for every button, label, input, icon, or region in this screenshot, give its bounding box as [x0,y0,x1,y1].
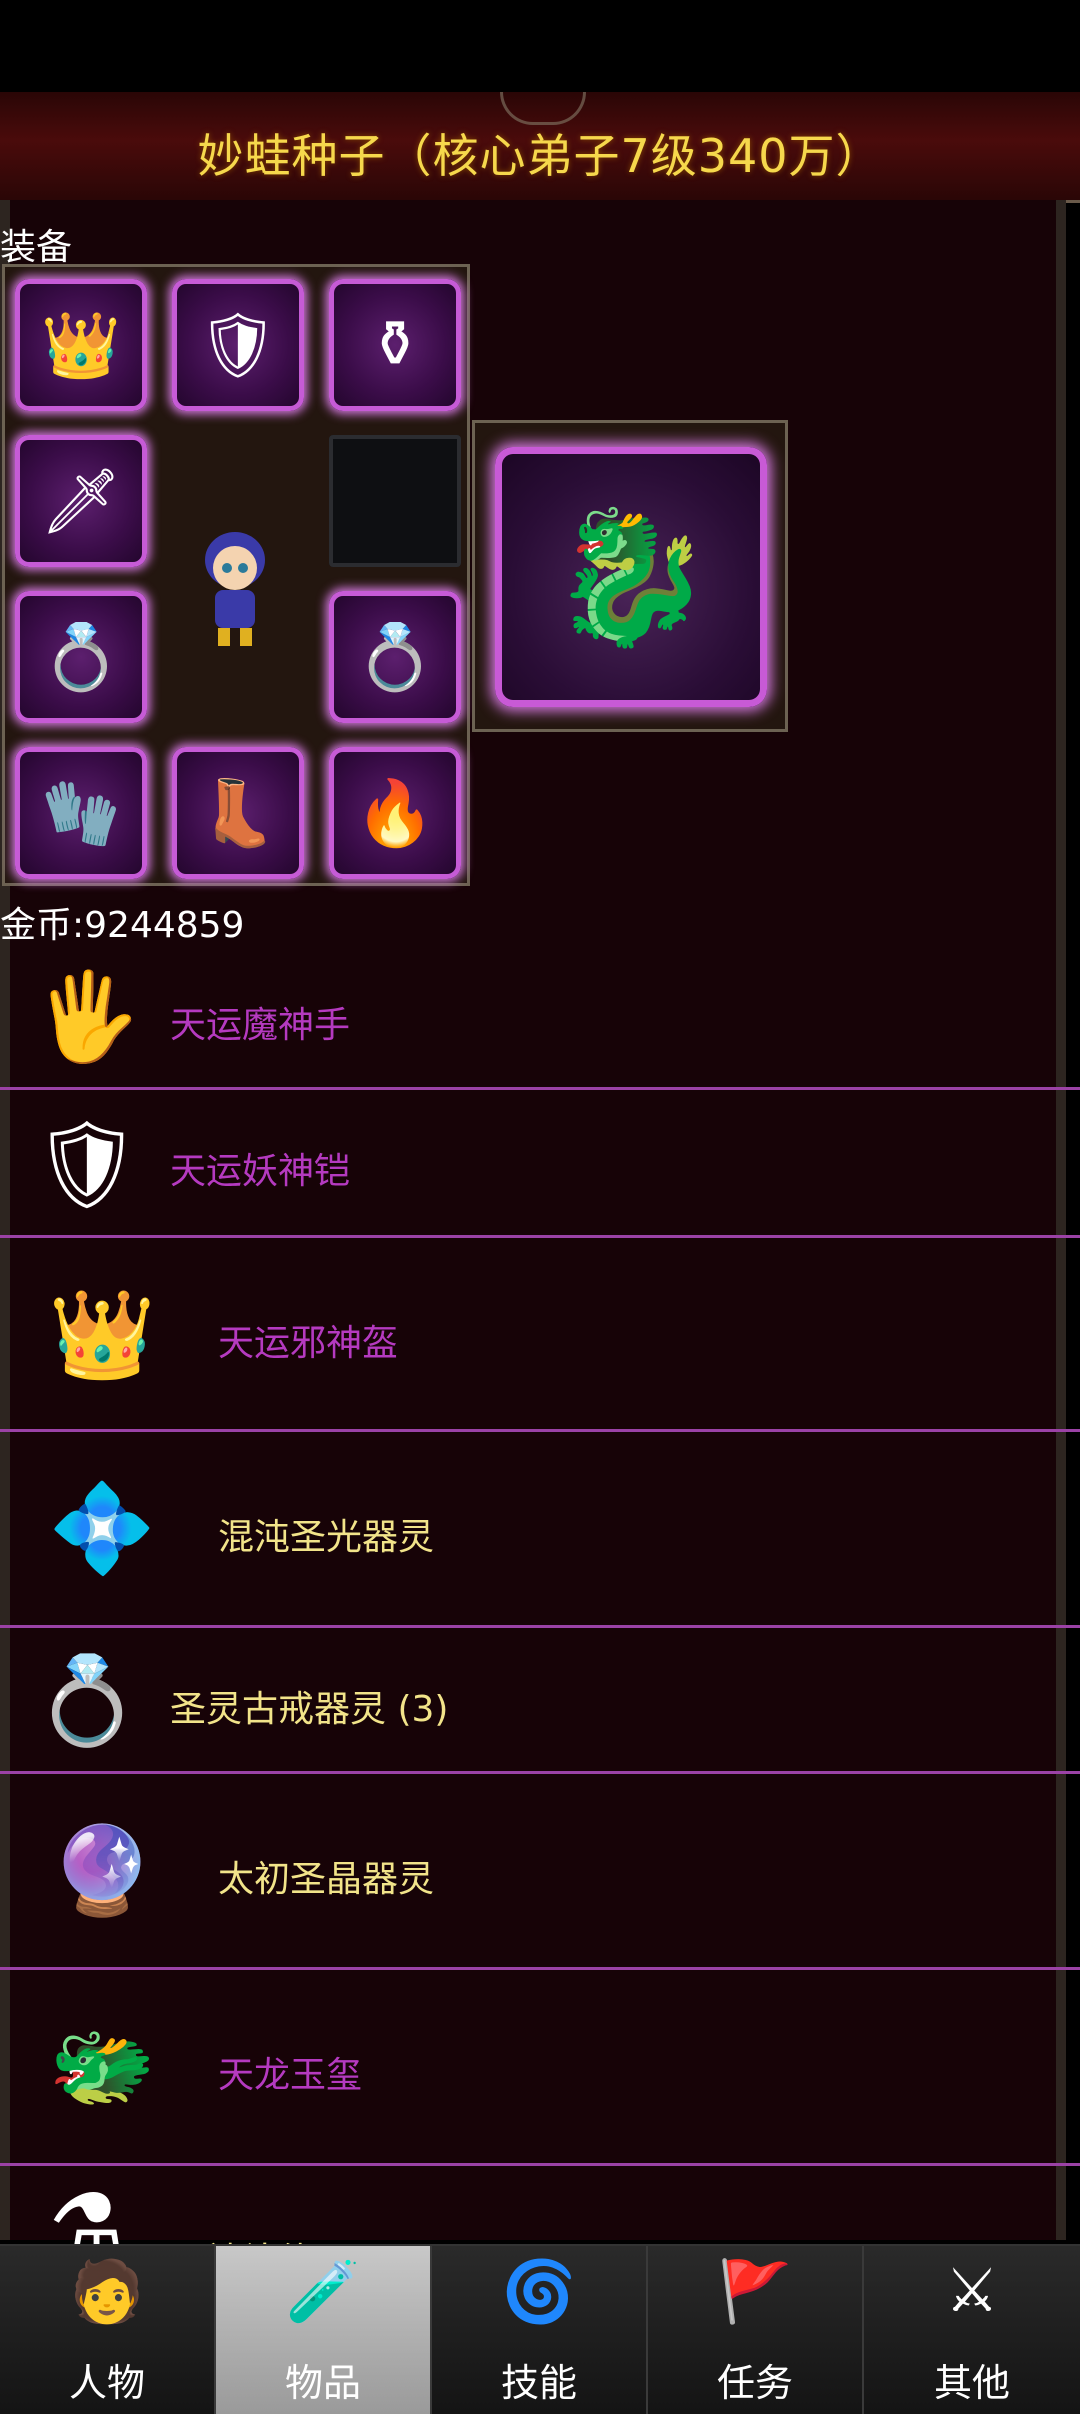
equip-slot-ring-left[interactable]: 💍 [15,591,147,723]
sword-icon: 🗡 [40,464,122,539]
gauntlet-icon: 🧤 [41,776,121,851]
gold-balance: 金币:9244859 [0,905,245,946]
pet-panel: 🐉 [472,420,788,732]
list-item[interactable]: 🖐 天运魔神手 [0,946,1080,1090]
dragon-seal-icon: 🐲 [48,2016,156,2117]
equip-slot-bracer[interactable]: 🔥 [329,747,461,879]
status-bar [0,0,1080,92]
helmet-icon: 👑 [41,308,121,383]
boots-icon: 👢 [198,776,278,851]
equip-slot-ring-right[interactable]: 💍 [329,591,461,723]
equip-slot-boots[interactable]: 👢 [172,747,304,879]
item-name: 圣灵古戒器灵 (3) [170,1689,449,1730]
claw-gauntlet-icon: 🖐 [33,966,141,1067]
items-bag-icon: 🧪 [285,2257,361,2327]
demon-armor-icon: 🛡 [32,1114,142,1215]
tab-items[interactable]: 🧪 物品 [216,2246,432,2414]
item-name: 天龙玉玺 [218,2055,363,2096]
pet-slot[interactable]: 🐉 [495,447,767,707]
item-name: 天运妖神铠 [170,1151,351,1192]
tab-character[interactable]: 🧑 人物 [0,2246,216,2414]
character-avatar [205,532,265,646]
equip-slot-helmet[interactable]: 👑 [15,279,147,411]
equip-slot-armor[interactable]: 🛡 [172,279,304,411]
list-item[interactable]: 🔮 太初圣晶器灵 [0,1774,1080,1970]
tab-other[interactable]: ⚔ 其他 [864,2246,1080,2414]
tab-quests[interactable]: 🚩 任务 [648,2246,864,2414]
item-name: 天运魔神手 [170,1005,351,1046]
crystal-amulet-icon: 🔮 [48,1820,156,1921]
quest-flag-icon: 🚩 [717,2257,793,2327]
tab-label: 任务 [716,2361,793,2405]
tab-label: 物品 [284,2361,361,2405]
armor-icon: 🛡 [197,308,279,383]
list-item[interactable]: 🐲 天龙玉玺 [0,1970,1080,2166]
equipment-label: 装备 [0,227,73,268]
item-name: 太初圣晶器灵 [218,1859,435,1900]
blue-emblem-icon: 💠 [48,1478,156,1579]
tab-label: 人物 [68,2361,145,2405]
bottom-tab-bar: 🧑 人物 🧪 物品 🌀 技能 🚩 任务 ⚔ 其他 [0,2244,1080,2414]
ring-left-icon: 💍 [41,620,121,695]
tab-label: 其他 [933,2361,1010,2405]
item-name: 天运邪神盔 [218,1323,399,1364]
equip-slot-weapon[interactable]: 🗡 [15,435,147,567]
equip-slot-accessory[interactable]: ⚱ [329,279,461,411]
list-item[interactable]: 💠 混沌圣光器灵 [0,1432,1080,1628]
list-item[interactable]: 💍 圣灵古戒器灵 (3) [0,1628,1080,1774]
tab-skills[interactable]: 🌀 技能 [432,2246,648,2414]
ring-right-icon: 💍 [355,620,435,695]
skill-orb-icon: 🌀 [501,2257,577,2327]
accessory-icon: ⚱ [368,308,422,382]
empty-slot-icon [329,435,461,567]
other-sword-icon: ⚔ [945,2256,999,2326]
dragon-pet-icon: 🐉 [550,500,712,653]
tab-label: 技能 [500,2361,577,2405]
page-title: 妙蛙种子（核心弟子7级340万） [197,129,883,183]
golden-helmet-icon: 👑 [48,1284,156,1385]
item-name: 混沌圣光器灵 [218,1517,435,1558]
bracer-icon: 🔥 [355,776,435,851]
list-item[interactable]: 🛡 天运妖神铠 [0,1090,1080,1238]
list-item[interactable]: 👑 天运邪神盔 [0,1238,1080,1432]
equip-slot-gauntlet[interactable]: 🧤 [15,747,147,879]
character-icon: 🧑 [69,2257,145,2327]
jade-ring-icon: 💍 [33,1650,141,1751]
equip-slot-empty[interactable] [329,435,461,567]
